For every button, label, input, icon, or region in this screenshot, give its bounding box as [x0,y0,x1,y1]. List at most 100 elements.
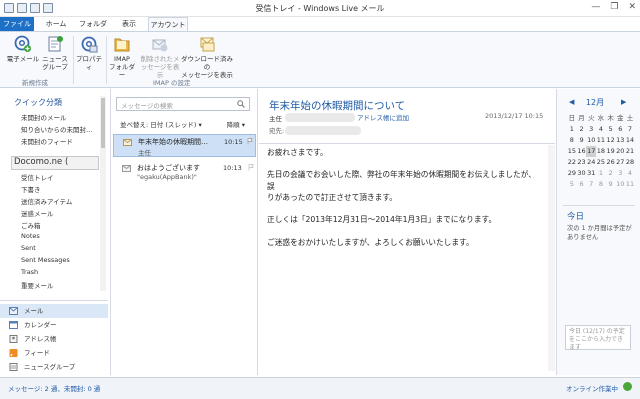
flag-icon[interactable] [248,164,254,171]
folder-item-important[interactable]: 重要メール [21,280,54,290]
calendar-day[interactable]: 18 [596,146,606,157]
calendar-day[interactable]: 21 [625,146,635,157]
calendar-weekday-row: 日 月 火 水 木 金 土 [567,113,635,124]
section-contacts[interactable]: アドレス帳 [0,332,108,346]
calendar-day-today[interactable]: 17 [586,146,597,157]
search-input[interactable]: メッセージの検索 [116,97,250,111]
downloaded-messages-icon [200,37,215,52]
calendar-day[interactable]: 8 [567,135,577,146]
quick-view-item[interactable]: 未開封のメール [21,112,67,122]
flag-icon[interactable] [247,138,253,145]
calendar-day[interactable]: 27 [615,157,625,168]
calendar-day[interactable]: 5 [567,179,577,190]
message-row[interactable]: 年末年始の休暇期間… 10:15 主任 [113,134,256,157]
add-to-contacts-link[interactable]: アドレス帳に追加 [357,112,409,122]
calendar-day[interactable]: 30 [577,168,587,179]
section-switcher: メール カレンダー アドレス帳 フィード ニュースグループ [0,300,108,375]
reading-pane-scrollbar[interactable] [548,145,555,371]
calendar-day[interactable]: 3 [586,124,596,135]
calendar-day[interactable]: 7 [586,179,596,190]
account-title[interactable]: Docomo.ne ( [14,157,68,167]
calendar-day[interactable]: 22 [567,157,577,168]
calendar-day[interactable]: 31 [586,168,596,179]
message-row[interactable]: おはようございます 10:13 "egaku(AppBank)" [113,161,256,184]
calendar-day[interactable]: 26 [606,157,616,168]
calendar-day[interactable]: 20 [615,146,625,157]
quick-add-event-input[interactable]: 今日 (12/17) の予定をここから入力できます [565,325,631,351]
tab-home[interactable]: ホーム [40,17,72,31]
section-calendar[interactable]: カレンダー [0,318,108,332]
message-time: 10:15 [224,138,243,146]
newsgroup-button[interactable]: ニュース グループ [40,35,70,71]
calendar-day[interactable]: 1 [567,124,577,135]
folder-item-inbox[interactable]: 受信トレイ [21,172,54,182]
close-button[interactable]: ✕ [628,2,636,12]
calendar-day[interactable]: 11 [596,135,606,146]
calendar-day[interactable]: 19 [606,146,616,157]
tab-folder[interactable]: フォルダー [76,17,110,42]
calendar-day[interactable]: 15 [567,146,577,157]
calendar-day[interactable]: 10 [586,135,596,146]
section-feeds[interactable]: フィード [0,346,108,360]
folder-item-notes[interactable]: Notes [21,232,40,240]
imap-folders-button[interactable]: IMAP フォルダー [106,35,138,79]
show-downloaded-messages-button[interactable]: ダウンロード済みの メッセージを表示 [180,35,234,79]
scrollbar-thumb[interactable] [101,98,105,148]
online-status[interactable]: オンライン作業中 [566,383,618,393]
folder-item-junk[interactable]: 迷惑メール [21,208,54,218]
calendar-day[interactable]: 13 [615,135,625,146]
calendar-day[interactable]: 1 [596,168,606,179]
show-deleted-messages-button[interactable]: 削除されたメ ッセージを表示 [138,35,182,79]
tab-account[interactable]: アカウント [148,17,188,31]
calendar-day[interactable]: 25 [596,157,606,168]
calendar-day[interactable]: 5 [606,124,616,135]
calendar-week-row: 15 16 17 18 19 20 21 [567,146,635,157]
folder-pane: クイック分類 未開封のメール 知り合いからの未開封… 未開封のフィード Doco… [0,89,108,300]
new-email-button[interactable]: 電子メール [6,35,40,63]
minimize-button[interactable]: — [591,2,600,12]
properties-button[interactable]: プロパティ [74,35,104,71]
calendar-day[interactable]: 9 [606,179,616,190]
weekday-label: 月 [578,114,585,122]
calendar-day[interactable]: 6 [577,179,587,190]
search-icon[interactable] [237,100,245,108]
calendar-day[interactable]: 16 [577,146,587,157]
calendar-day[interactable]: 28 [625,157,635,168]
calendar-day[interactable]: 8 [596,179,606,190]
folder-pane-scrollbar[interactable] [100,96,106,291]
calendar-day[interactable]: 4 [596,124,606,135]
calendar-day[interactable]: 3 [615,168,625,179]
calendar-day[interactable]: 23 [577,157,587,168]
folder-item-trash[interactable]: Trash [21,268,38,276]
mail-icon [9,307,18,315]
sort-direction-dropdown[interactable]: 降順 ▾ [227,119,245,129]
sort-dropdown[interactable]: 並べ替え: 日付 (スレッド) ▾ [120,119,202,129]
folder-item-sent[interactable]: Sent [21,244,36,252]
calendar-day[interactable]: 11 [625,179,635,190]
next-month-button[interactable]: ▶ [621,98,626,106]
calendar-day[interactable]: 6 [615,124,625,135]
calendar-day[interactable]: 29 [567,168,577,179]
folder-item-trash-jp[interactable]: ごみ箱 [21,220,41,230]
section-newsgroups[interactable]: ニュースグループ [0,360,108,374]
quick-views-title[interactable]: クイック分類 [14,97,62,108]
calendar-day[interactable]: 7 [625,124,635,135]
tab-view[interactable]: 表示 [116,17,142,31]
message-subject: おはようございます [137,164,200,172]
calendar-day[interactable]: 24 [586,157,596,168]
calendar-day[interactable]: 10 [615,179,625,190]
calendar-day[interactable]: 12 [606,135,616,146]
calendar-day[interactable]: 2 [606,168,616,179]
calendar-day[interactable]: 14 [625,135,635,146]
folder-item-sent-items[interactable]: 送信済みアイテム [21,196,72,206]
maximize-button[interactable]: ❐ [610,2,618,12]
quick-view-item[interactable]: 知り合いからの未開封… [21,124,93,134]
calendar-day[interactable]: 9 [577,135,587,146]
quick-view-item[interactable]: 未開封のフィード [21,136,73,146]
section-mail[interactable]: メール [0,304,108,318]
calendar-day[interactable]: 4 [625,168,635,179]
calendar-day[interactable]: 2 [577,124,587,135]
tab-file[interactable]: ファイル [0,17,34,31]
folder-item-drafts[interactable]: 下書き [21,184,41,194]
folder-item-sent-messages[interactable]: Sent Messages [21,256,70,264]
